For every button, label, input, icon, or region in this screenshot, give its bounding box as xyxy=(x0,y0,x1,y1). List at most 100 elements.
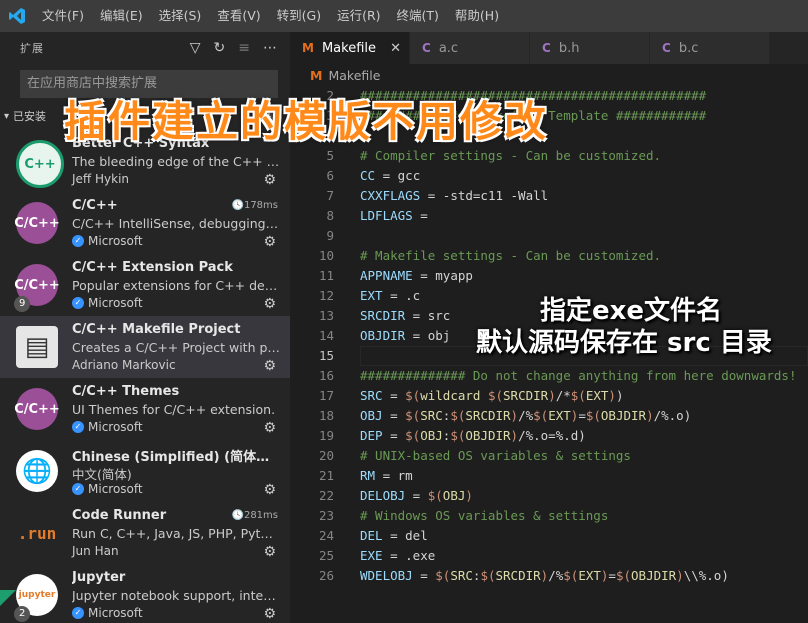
menu-item[interactable]: 终端(T) xyxy=(389,0,447,32)
gear-icon[interactable]: ⚙ xyxy=(263,172,276,188)
extension-description: C/C++ IntelliSense, debugging, and code … xyxy=(72,216,280,231)
extension-publisher: ✓ Microsoft xyxy=(72,420,143,434)
code-line[interactable]: 9 xyxy=(290,226,808,246)
verified-icon: ✓ xyxy=(72,607,84,619)
line-number: 6 xyxy=(326,168,334,183)
code-line[interactable]: 10 # Makefile settings - Can be customize… xyxy=(290,246,808,266)
editor-tabs: M Makefile ✕ Ca.c Cb.h Cb.c xyxy=(290,32,808,64)
extension-icon: ▤ xyxy=(16,326,58,368)
extension-item[interactable]: C/C++ C/C++ 🕓178ms C/C++ IntelliSense, debu… xyxy=(0,192,290,254)
publisher-name: Microsoft xyxy=(88,482,143,496)
line-number: 8 xyxy=(326,208,334,223)
line-text: EXT = .c xyxy=(360,288,421,303)
extension-description: Run C, C++, Java, JS, PHP, Python, Perl,… xyxy=(72,526,280,541)
tab-b-c[interactable]: Cb.c xyxy=(650,32,770,64)
line-number: 25 xyxy=(318,548,334,563)
makefile-icon: M xyxy=(302,41,314,55)
breadcrumb[interactable]: M Makefile xyxy=(290,64,808,86)
extension-item[interactable]: ▤ C/C++ Makefile Project Creates a C/C++ P… xyxy=(0,316,290,378)
code-line[interactable]: 20 # UNIX-based OS variables & settings xyxy=(290,446,808,466)
installed-label: 已安装 xyxy=(13,110,47,123)
line-text: # Windows OS variables & settings xyxy=(360,508,609,523)
breadcrumb-file[interactable]: Makefile xyxy=(328,68,380,83)
code-line[interactable]: 19 DEP = $(OBJ:$(OBJDIR)/%.o=%.d) xyxy=(290,426,808,446)
more-actions-icon[interactable]: ⋯ xyxy=(263,40,278,56)
verified-icon: ✓ xyxy=(72,235,84,247)
line-text: # Compiler settings - Can be customized. xyxy=(360,148,662,163)
line-number: 18 xyxy=(318,408,334,423)
code-line[interactable]: 11 APPNAME = myapp xyxy=(290,266,808,286)
extension-icon: 🌐 xyxy=(16,450,58,492)
extension-item[interactable]: .run Code Runner 🕓281ms Run C, C++, Java, J… xyxy=(0,502,290,564)
line-text: DEL = del xyxy=(360,528,428,543)
menu-item[interactable]: 选择(S) xyxy=(151,0,210,32)
line-text: DEP = $(OBJ:$(OBJDIR)/%.o=%.d) xyxy=(360,428,586,443)
extension-publisher: ✓ Microsoft xyxy=(72,296,143,310)
code-line[interactable]: 23 # Windows OS variables & settings xyxy=(290,506,808,526)
line-text: WDELOBJ = $(SRC:$(SRCDIR)/%$(EXT)=$(OBJD… xyxy=(360,568,729,583)
menu-bar: 文件(F) 编辑(E) 选择(S) 查看(V) 转到(G) 运行(R) 终端(T) 帮助(H) xyxy=(0,0,808,32)
c-file-icon: C xyxy=(542,41,551,55)
extension-description: 中文(简体) xyxy=(72,467,132,482)
gear-icon[interactable]: ⚙ xyxy=(263,544,276,560)
extension-name: C/C++ Themes xyxy=(72,384,180,399)
menu-item[interactable]: 查看(V) xyxy=(209,0,268,32)
refresh-icon[interactable]: ↻ xyxy=(214,40,227,56)
menu-item[interactable]: 帮助(H) xyxy=(447,0,507,32)
line-text: SRCDIR = src xyxy=(360,308,451,323)
code-line[interactable]: 22 DELOBJ = $(OBJ) xyxy=(290,486,808,506)
close-icon[interactable]: ✕ xyxy=(390,41,401,56)
code-line[interactable]: 21 RM = rm xyxy=(290,466,808,486)
line-text: # UNIX-based OS variables & settings xyxy=(360,448,631,463)
tab-b-h[interactable]: Cb.h xyxy=(530,32,650,64)
extension-publisher: ✓ Microsoft xyxy=(72,482,143,496)
verified-icon: ✓ xyxy=(72,297,84,309)
code-line[interactable]: 17 SRC = $(wildcard $(SRCDIR)/*$(EXT)) xyxy=(290,386,808,406)
code-line[interactable]: 16 ############## Do not change anything … xyxy=(290,366,808,386)
extension-item[interactable]: jupyter 2 Jupyter Jupyter notebook support,… xyxy=(0,564,290,623)
activation-time: 🕓178ms xyxy=(231,200,279,211)
gear-icon[interactable]: ⚙ xyxy=(263,606,276,622)
extension-item[interactable]: C/C++ 9 C/C++ Extension Pack Popular extens… xyxy=(0,254,290,316)
verified-icon: ✓ xyxy=(72,421,84,433)
menu-item[interactable]: 文件(F) xyxy=(34,0,92,32)
pack-count-badge: 2 xyxy=(14,606,31,622)
gear-icon[interactable]: ⚙ xyxy=(263,482,276,498)
tab-a-c[interactable]: Ca.c xyxy=(410,32,530,64)
line-text: EXE = .exe xyxy=(360,548,436,563)
code-line[interactable]: 18 OBJ = $(SRC:$(SRCDIR)/%$(EXT)=$(OBJDIR… xyxy=(290,406,808,426)
code-line[interactable]: 8 LDFLAGS = xyxy=(290,206,808,226)
code-line[interactable]: 6 CC = gcc xyxy=(290,166,808,186)
menu-item[interactable]: 转到(G) xyxy=(269,0,329,32)
code-line[interactable]: 7 CXXFLAGS = -std=c11 -Wall xyxy=(290,186,808,206)
clear-icon[interactable]: ≡ xyxy=(238,40,251,56)
publisher-name: Jeff Hykin xyxy=(72,172,130,186)
extension-item[interactable]: 🌐 Chinese (Simplified) (简体中文) Language Pa… xyxy=(0,440,290,502)
gear-icon[interactable]: ⚙ xyxy=(263,358,276,374)
extension-icon: C/C++ xyxy=(14,388,60,430)
vscode-logo-icon xyxy=(0,0,34,32)
menu-item[interactable]: 运行(R) xyxy=(329,0,388,32)
extension-item[interactable]: C/C++ C/C++ Themes UI Themes for C/C++ ext… xyxy=(0,378,290,440)
code-line[interactable]: 26 WDELOBJ = $(SRC:$(SRCDIR)/%$(EXT)=$(OB… xyxy=(290,566,808,586)
code-line[interactable]: 24 DEL = del xyxy=(290,526,808,546)
code-line[interactable]: 25 EXE = .exe xyxy=(290,546,808,566)
line-number: 11 xyxy=(318,268,334,283)
code-line[interactable]: 5 # Compiler settings - Can be customized… xyxy=(290,146,808,166)
line-text: CC = gcc xyxy=(360,168,421,183)
extension-description: Popular extensions for C++ development i… xyxy=(72,278,280,293)
line-number: 26 xyxy=(318,568,334,583)
publisher-name: Jun Han xyxy=(72,544,119,558)
line-number: 14 xyxy=(318,328,334,343)
filter-icon[interactable]: ▽ xyxy=(190,40,202,56)
tab-Makefile[interactable]: M Makefile ✕ xyxy=(290,32,410,64)
gear-icon[interactable]: ⚙ xyxy=(263,296,276,312)
line-text: OBJDIR = obj xyxy=(360,328,451,343)
c-file-icon: C xyxy=(662,41,671,55)
gear-icon[interactable]: ⚙ xyxy=(263,420,276,436)
menu-item[interactable]: 编辑(E) xyxy=(92,0,151,32)
line-text: LDFLAGS = xyxy=(360,208,436,223)
extension-name: C/C++ Makefile Project xyxy=(72,322,241,337)
publisher-name: Microsoft xyxy=(88,296,143,310)
gear-icon[interactable]: ⚙ xyxy=(263,234,276,250)
